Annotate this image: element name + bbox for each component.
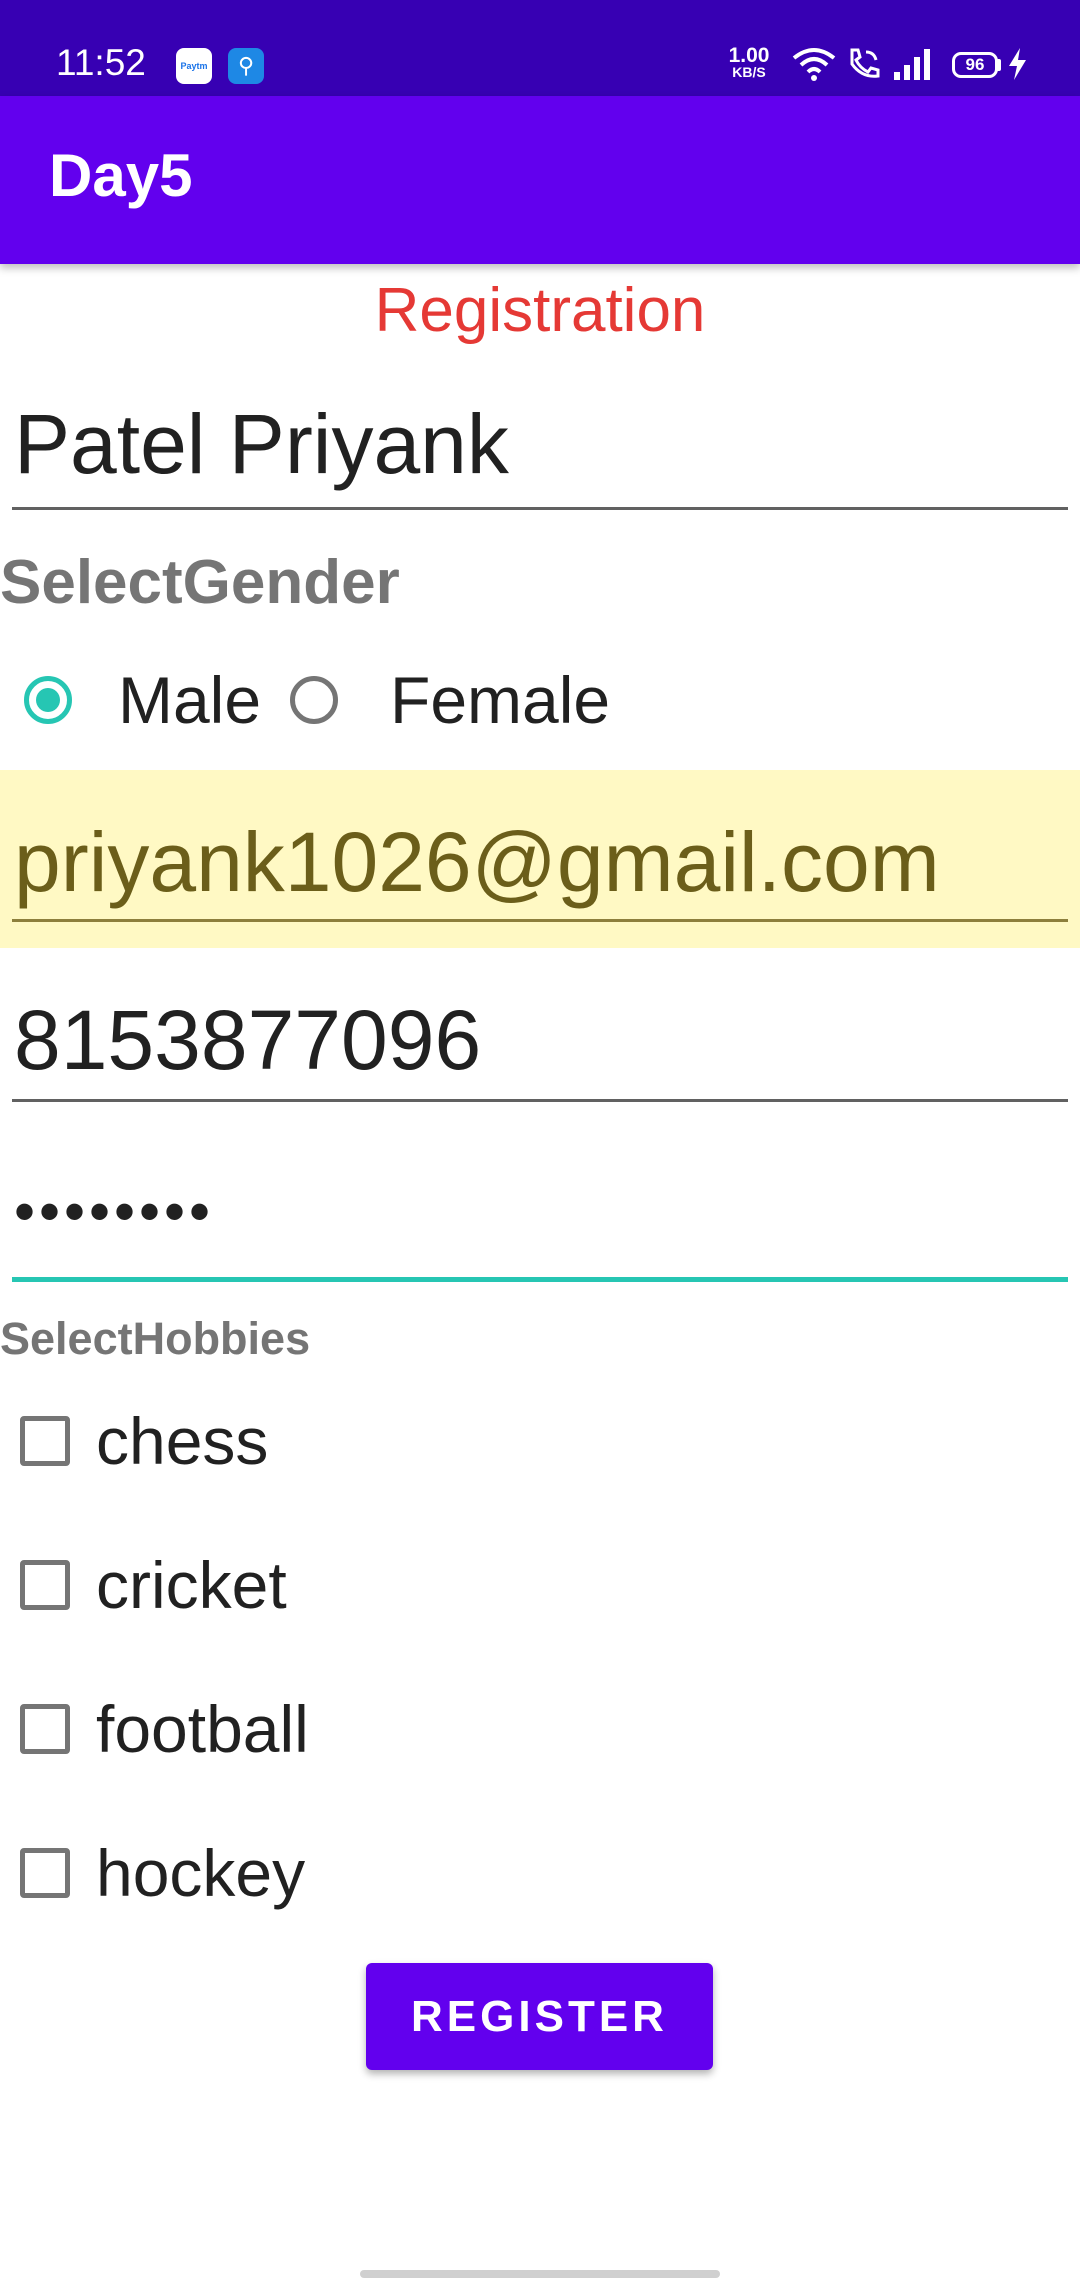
checkbox-football[interactable]: football	[20, 1694, 309, 1764]
radio-unchecked-icon[interactable]	[290, 676, 338, 724]
checkbox-cricket-label[interactable]: cricket	[96, 1552, 287, 1618]
registration-heading: Registration	[374, 276, 706, 345]
status-time: 11:52	[56, 42, 146, 83]
checkbox-unchecked-icon[interactable]	[20, 1560, 70, 1610]
radio-checked-icon[interactable]	[24, 676, 72, 724]
register-button[interactable]: REGISTER	[366, 1963, 713, 2070]
radio-female-label[interactable]: Female	[390, 667, 610, 733]
checkbox-unchecked-icon[interactable]	[20, 1848, 70, 1898]
gesture-nav-handle[interactable]	[360, 2270, 720, 2278]
checkbox-unchecked-icon[interactable]	[20, 1704, 70, 1754]
phone-input[interactable]: 8153877096	[12, 998, 1068, 1102]
app-bar: Day5	[0, 96, 1080, 264]
checkbox-hockey-label[interactable]: hockey	[96, 1840, 305, 1906]
wifi-calling-icon	[850, 48, 880, 78]
hobbies-label: SelectHobbies	[0, 1313, 311, 1364]
email-input[interactable]: priyank1026@gmail.com	[12, 820, 1068, 922]
gender-label: SelectGender	[0, 548, 400, 617]
checkbox-chess-label[interactable]: chess	[96, 1408, 268, 1474]
app-title: Day5	[49, 142, 193, 209]
radio-male-label[interactable]: Male	[118, 667, 261, 733]
name-input[interactable]: Patel Priyank	[12, 402, 1068, 510]
checkbox-chess[interactable]: chess	[20, 1406, 268, 1476]
network-speed-unit: KB/S	[732, 64, 766, 80]
wifi-icon	[792, 48, 836, 81]
usb-icon: ⚲	[228, 48, 264, 84]
checkbox-cricket[interactable]: cricket	[20, 1550, 287, 1620]
radio-male[interactable]: Male	[24, 667, 261, 733]
checkbox-football-label[interactable]: football	[96, 1696, 309, 1762]
checkbox-hockey[interactable]: hockey	[20, 1838, 305, 1908]
battery-icon: 96	[952, 52, 998, 78]
status-bar: 11:52 Paytm ⚲ 1.00 KB/S 96	[0, 0, 1080, 96]
radio-female[interactable]: Female	[290, 667, 610, 733]
signal-icon	[894, 49, 930, 80]
password-input[interactable]: ••••••••	[12, 1170, 1068, 1282]
battery-nub	[997, 59, 1001, 71]
network-speed: 1.00 KB/S	[722, 45, 776, 80]
charging-icon	[1009, 48, 1026, 80]
paytm-icon: Paytm	[176, 48, 212, 84]
checkbox-unchecked-icon[interactable]	[20, 1416, 70, 1466]
